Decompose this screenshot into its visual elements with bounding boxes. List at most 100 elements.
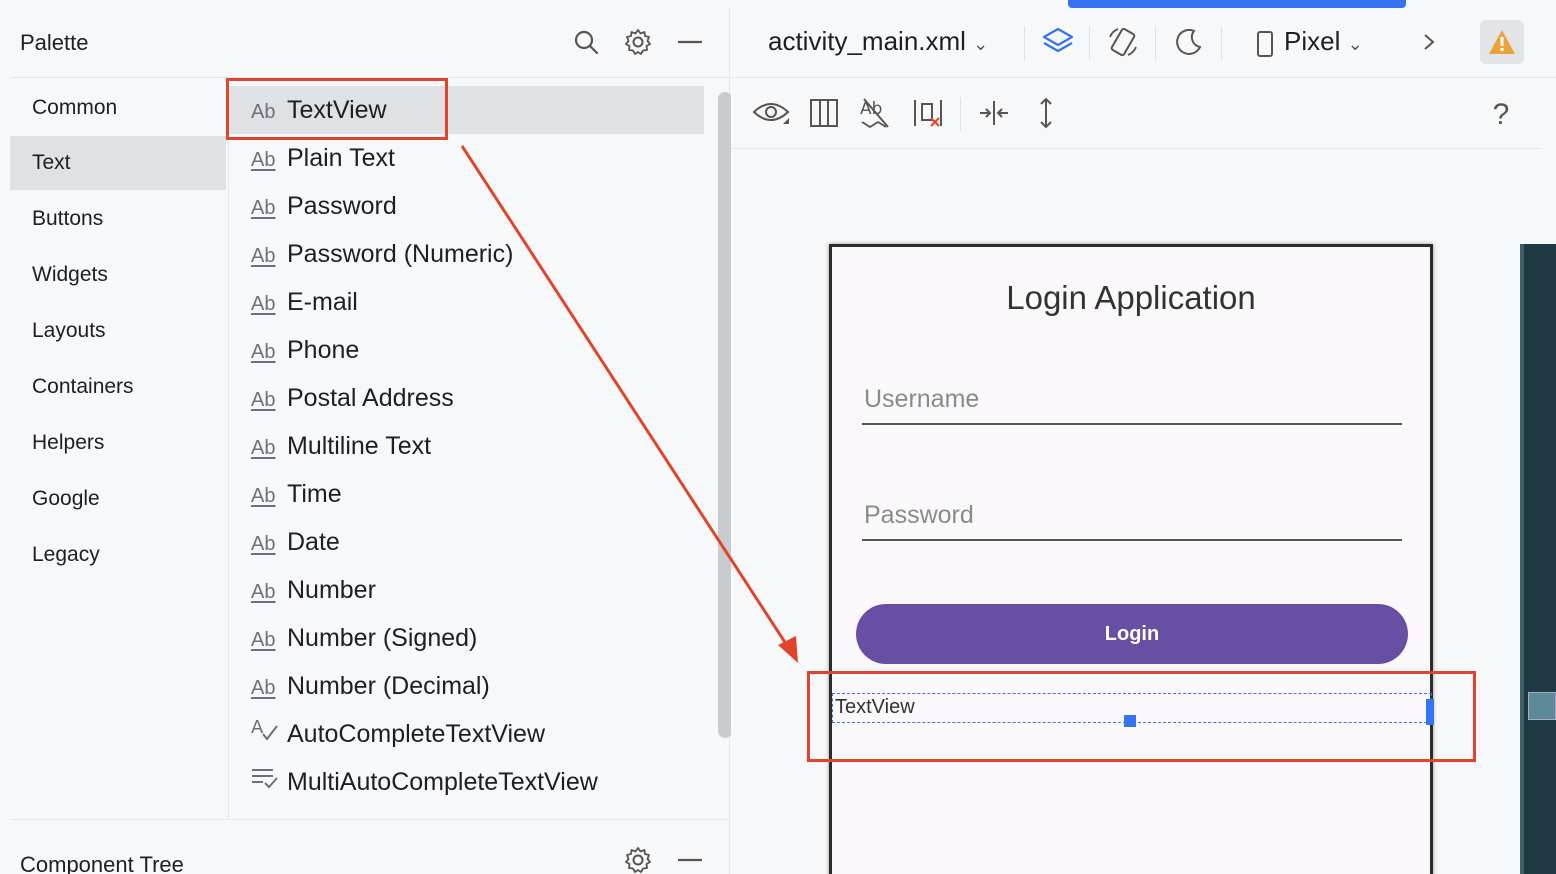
palette-header: Palette — [10, 8, 730, 78]
warning-icon — [1489, 30, 1515, 54]
category-widgets[interactable]: Widgets — [10, 248, 226, 302]
clear-constraints-icon[interactable] — [908, 93, 948, 133]
palette-item-password[interactable]: Ab Password — [229, 182, 704, 230]
category-legacy[interactable]: Legacy — [10, 528, 226, 582]
category-text[interactable]: Text — [10, 136, 226, 190]
category-containers[interactable]: Containers — [10, 360, 226, 414]
palette-item-label: Number — [287, 576, 376, 604]
login-title: Login Application — [1006, 279, 1256, 316]
palette-title: Palette — [20, 30, 89, 55]
orientation-icon[interactable] — [1103, 22, 1143, 62]
category-buttons[interactable]: Buttons — [10, 192, 226, 246]
palette-item-label: AutoCompleteTextView — [287, 720, 546, 748]
palette-item-multiautocomplete-textview[interactable]: MultiAutoCompleteTextView — [229, 758, 704, 806]
design-surface-layers-icon[interactable] — [1038, 22, 1078, 62]
username-field[interactable]: Username — [862, 377, 1402, 425]
file-name-label: activity_main.xml — [768, 26, 966, 56]
category-common[interactable]: Common — [10, 81, 226, 135]
text-ab-icon: Ab — [251, 197, 276, 219]
gear-icon[interactable] — [622, 26, 654, 58]
device-name-label: Pixel — [1284, 26, 1341, 56]
category-helpers[interactable]: Helpers — [10, 416, 226, 470]
editor-toolbar-secondary: Ab ? — [731, 79, 1541, 149]
pack-horizontal-icon[interactable] — [974, 93, 1014, 133]
palette-item-autocomplete-textview[interactable]: A AutoCompleteTextView — [229, 710, 704, 758]
toolbar-divider — [1155, 26, 1156, 60]
blueprint-preview-edge — [1520, 244, 1556, 874]
login-button[interactable]: Login — [856, 604, 1408, 664]
palette-item-number-signed[interactable]: Ab Number (Signed) — [229, 614, 704, 662]
palette-item-postal-address[interactable]: Ab Postal Address — [229, 374, 704, 422]
palette-item-password-numeric[interactable]: Ab Password (Numeric) — [229, 230, 704, 278]
palette-item-label: Number (Signed) — [287, 624, 478, 652]
palette-item-label: Time — [287, 480, 342, 508]
text-ab-icon: Ab — [251, 149, 276, 171]
blueprint-selection-handle — [1528, 692, 1556, 720]
text-ab-icon: Ab — [251, 581, 276, 603]
palette-item-multiline-text[interactable]: Ab Multiline Text — [229, 422, 704, 470]
active-tab-indicator — [1068, 0, 1406, 8]
file-selector[interactable]: activity_main.xml ⌄ — [768, 26, 988, 57]
svg-text:A: A — [251, 717, 264, 738]
palette-item-time[interactable]: Ab Time — [229, 470, 704, 518]
text-ab-icon: Ab — [251, 533, 276, 555]
palette-item-number[interactable]: Ab Number — [229, 566, 704, 614]
autocomplete-icon: A — [251, 712, 287, 760]
warning-button[interactable] — [1480, 20, 1524, 64]
palette-item-number-decimal[interactable]: Ab Number (Decimal) — [229, 662, 704, 710]
palette-item-label: Password — [287, 192, 397, 220]
palette-item-date[interactable]: Ab Date — [229, 518, 704, 566]
blueprint-columns-icon[interactable] — [804, 93, 844, 133]
category-layouts[interactable]: Layouts — [10, 304, 226, 358]
text-autoconnect-off-icon[interactable]: Ab — [856, 93, 896, 133]
palette-item-label: Multiline Text — [287, 432, 432, 460]
palette-item-label: Postal Address — [287, 384, 454, 412]
gear-icon[interactable] — [622, 844, 654, 874]
palette-item-label: E-mail — [287, 288, 358, 316]
palette-item-label: Plain Text — [287, 144, 395, 172]
text-ab-icon: Ab — [251, 245, 276, 267]
device-phone-icon — [1245, 24, 1285, 64]
component-tree-header: Component Tree — [10, 819, 730, 874]
palette-scrollbar[interactable] — [718, 92, 732, 738]
multiautocomplete-icon — [251, 760, 287, 808]
editor-toolbar-top: activity_main.xml ⌄ Pixel ⌄ — [731, 8, 1556, 78]
palette-categories: Common Text Buttons Widgets Layouts Cont… — [10, 79, 226, 819]
expand-vertical-icon[interactable] — [1026, 93, 1066, 133]
palette-items-list: Ab TextView Ab Plain Text Ab Password Ab Pas… — [228, 79, 728, 819]
palette-item-plain-text[interactable]: Ab Plain Text — [229, 134, 704, 182]
android-studio-layout-editor: Palette Common Text Buttons Widgets Layo… — [0, 0, 1556, 874]
annotation-highlight-textview-item — [226, 78, 448, 140]
search-icon[interactable] — [570, 26, 602, 58]
device-preview-canvas[interactable]: Login Application Username Password Logi… — [829, 244, 1434, 874]
palette-item-phone[interactable]: Ab Phone — [229, 326, 704, 374]
device-selector[interactable]: Pixel ⌄ — [1284, 26, 1363, 57]
minimize-icon[interactable] — [674, 844, 706, 874]
toolbar-divider — [1024, 26, 1025, 60]
annotation-highlight-dropped-textview — [807, 671, 1476, 762]
chevron-down-icon: ⌄ — [1347, 34, 1363, 54]
category-google[interactable]: Google — [10, 472, 226, 526]
palette-item-email[interactable]: Ab E-mail — [229, 278, 704, 326]
chevron-right-icon[interactable] — [1409, 22, 1449, 62]
password-field[interactable]: Password — [862, 493, 1402, 541]
text-ab-icon: Ab — [251, 389, 276, 411]
text-ab-icon: Ab — [251, 677, 276, 699]
component-tree-title: Component Tree — [20, 852, 184, 874]
palette-item-label: Password (Numeric) — [287, 240, 514, 268]
text-ab-icon: Ab — [251, 341, 276, 363]
eye-view-options-icon[interactable] — [751, 93, 791, 133]
palette-item-label: Number (Decimal) — [287, 672, 490, 700]
palette-item-label: Date — [287, 528, 340, 556]
night-mode-moon-icon[interactable] — [1169, 22, 1209, 62]
palette-item-label: MultiAutoCompleteTextView — [287, 768, 598, 796]
text-ab-icon: Ab — [251, 437, 276, 459]
palette-item-label: Phone — [287, 336, 360, 364]
help-icon[interactable]: ? — [1481, 95, 1521, 135]
text-ab-icon: Ab — [251, 293, 276, 315]
minimize-icon[interactable] — [674, 26, 706, 58]
toolbar-divider — [960, 97, 961, 131]
text-ab-icon: Ab — [251, 485, 276, 507]
text-ab-icon: Ab — [251, 629, 276, 651]
toolbar-divider — [1221, 26, 1222, 60]
